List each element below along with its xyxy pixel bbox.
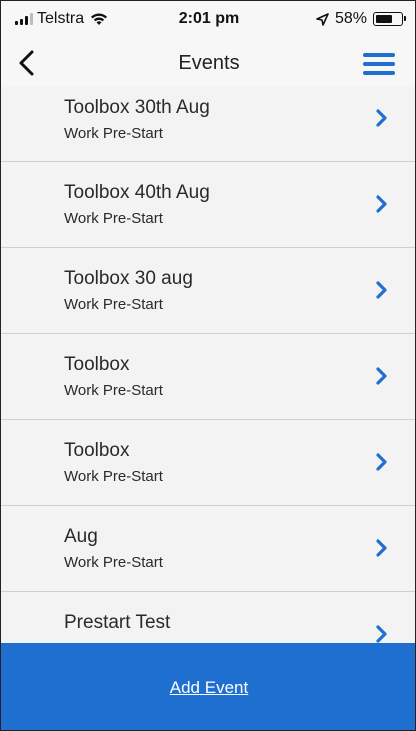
event-title: Toolbox [64, 354, 130, 375]
event-row[interactable]: Toolbox 30th Aug Work Pre-Start [1, 87, 415, 162]
event-subtitle: Work Pre-Start [64, 554, 163, 571]
footer-bar: Add Event [1, 643, 415, 730]
nav-bar: Events [1, 39, 415, 87]
event-title: Toolbox 40th Aug [64, 182, 210, 203]
chevron-right-icon[interactable] [375, 195, 387, 213]
event-title: Toolbox 30th Aug [64, 97, 210, 118]
chevron-right-icon[interactable] [375, 109, 387, 127]
event-row[interactable]: Toolbox 40th Aug Work Pre-Start [1, 162, 415, 248]
event-row[interactable]: Toolbox 30 aug Work Pre-Start [1, 248, 415, 334]
event-row[interactable]: Aug Work Pre-Start [1, 506, 415, 592]
event-subtitle: Work Pre-Start [64, 382, 163, 399]
event-title: Toolbox 30 aug [64, 268, 193, 289]
event-list[interactable]: Toolbox 30th Aug Work Pre-Start Toolbox 40… [1, 87, 415, 643]
event-row[interactable]: Prestart Test [1, 592, 415, 643]
chevron-right-icon[interactable] [375, 367, 387, 385]
chevron-right-icon[interactable] [375, 625, 387, 643]
event-title: Aug [64, 526, 98, 547]
event-row[interactable]: Toolbox Work Pre-Start [1, 420, 415, 506]
event-subtitle: Work Pre-Start [64, 468, 163, 485]
battery-percent: 58% [334, 10, 367, 27]
app-frame: Telstra 2:01 pm 58% Events Toolbox 30th [0, 0, 416, 731]
event-row[interactable]: Toolbox Work Pre-Start [1, 334, 415, 420]
add-event-button[interactable]: Add Event [170, 678, 248, 698]
page-title: Events [178, 52, 240, 74]
location-icon [316, 12, 329, 26]
event-title: Toolbox [64, 440, 130, 461]
event-subtitle: Work Pre-Start [64, 210, 163, 227]
chevron-right-icon[interactable] [375, 281, 387, 299]
status-bar: Telstra 2:01 pm 58% [1, 1, 415, 39]
battery-icon [373, 12, 406, 26]
event-title: Prestart Test [64, 612, 171, 633]
chevron-right-icon[interactable] [375, 453, 387, 471]
event-subtitle: Work Pre-Start [64, 125, 163, 142]
chevron-right-icon[interactable] [375, 539, 387, 557]
hamburger-menu-icon[interactable] [363, 53, 395, 75]
status-right: 58% [316, 10, 406, 28]
event-subtitle: Work Pre-Start [64, 296, 163, 313]
